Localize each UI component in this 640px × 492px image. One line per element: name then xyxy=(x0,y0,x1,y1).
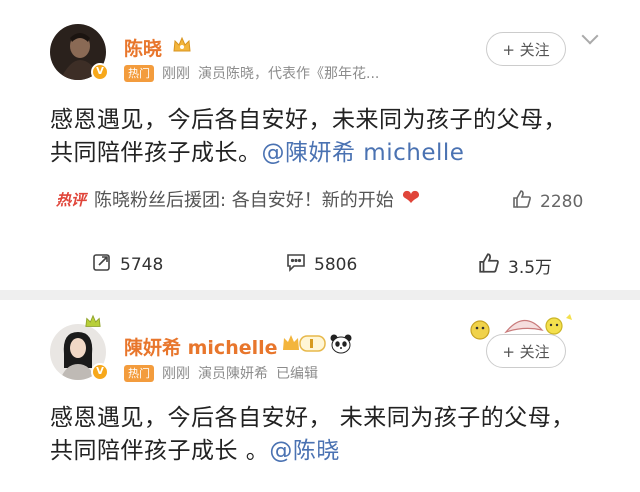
thumbs-up-icon xyxy=(512,189,532,214)
post-text-line: 感恩遇见，今后各自安好， 未来同为孩子的父母， xyxy=(50,405,575,431)
post-text-line: 共同陪伴孩子成长。@陳妍希 michelle xyxy=(50,140,465,166)
weibo-post-card: V 陳妍希 michelle 热门 刚刚 演员陳妍希 已编辑 + 关注 感恩遇见… xyxy=(0,300,640,492)
hot-comment-like-button[interactable]: 2280 xyxy=(512,189,583,214)
comment-icon xyxy=(286,252,306,277)
username[interactable]: 陈晓 xyxy=(124,34,162,61)
verified-badge-icon: V xyxy=(91,63,109,81)
post-meta: 热门 刚刚 演员陳妍希 已编辑 xyxy=(124,363,318,383)
hot-badge: 热门 xyxy=(124,364,154,382)
action-bar: 5748 5806 3.5万 xyxy=(0,252,640,280)
follow-button[interactable]: + 关注 xyxy=(486,334,566,368)
chevron-down-icon[interactable] xyxy=(581,27,599,45)
post-time: 刚刚 xyxy=(162,366,190,382)
edited-label[interactable]: 已编辑 xyxy=(276,363,318,383)
panda-icon xyxy=(330,334,352,358)
vip-badge-icon xyxy=(281,332,327,358)
post-source[interactable]: 演员陳妍希 xyxy=(198,363,268,383)
post-source[interactable]: 演员陈晓，代表作《那年花... xyxy=(198,63,379,83)
like-button[interactable]: 3.5万 xyxy=(478,252,552,279)
post-text-line: 共同陪伴孩子成长 。@陈晓 xyxy=(50,438,340,464)
post-meta: 热门 刚刚 演员陈晓，代表作《那年花... xyxy=(124,63,379,83)
repost-icon xyxy=(92,252,112,277)
username[interactable]: 陳妍希 michelle xyxy=(124,333,278,360)
crown-icon xyxy=(172,35,192,59)
thumbs-up-icon xyxy=(478,252,500,279)
hot-comment[interactable]: 热评 陈晓粉丝后援团: 各自安好！新的开始 ❤ xyxy=(56,186,420,212)
post-text-line: 感恩遇见，今后各自安好，未来同为孩子的父母， xyxy=(50,107,567,133)
mention-link[interactable]: @陳妍希 michelle xyxy=(262,140,465,166)
post-time: 刚刚 xyxy=(162,66,190,82)
heart-icon: ❤ xyxy=(401,186,421,211)
hot-comment-text: 陈晓粉丝后援团: 各自安好！新的开始 xyxy=(94,190,394,211)
mention-link[interactable]: @陈晓 xyxy=(269,438,340,464)
hot-comment-label: 热评 xyxy=(56,190,87,209)
hot-badge: 热门 xyxy=(124,64,154,82)
crown-icon xyxy=(84,314,102,334)
repost-button[interactable]: 5748 xyxy=(92,252,163,277)
comment-button[interactable]: 5806 xyxy=(286,252,357,277)
follow-button[interactable]: + 关注 xyxy=(486,32,566,66)
weibo-post-card: V 陈晓 热门 刚刚 演员陈晓，代表作《那年花... + 关注 感恩遇见，今后各… xyxy=(0,0,640,290)
verified-badge-icon: V xyxy=(91,363,109,381)
